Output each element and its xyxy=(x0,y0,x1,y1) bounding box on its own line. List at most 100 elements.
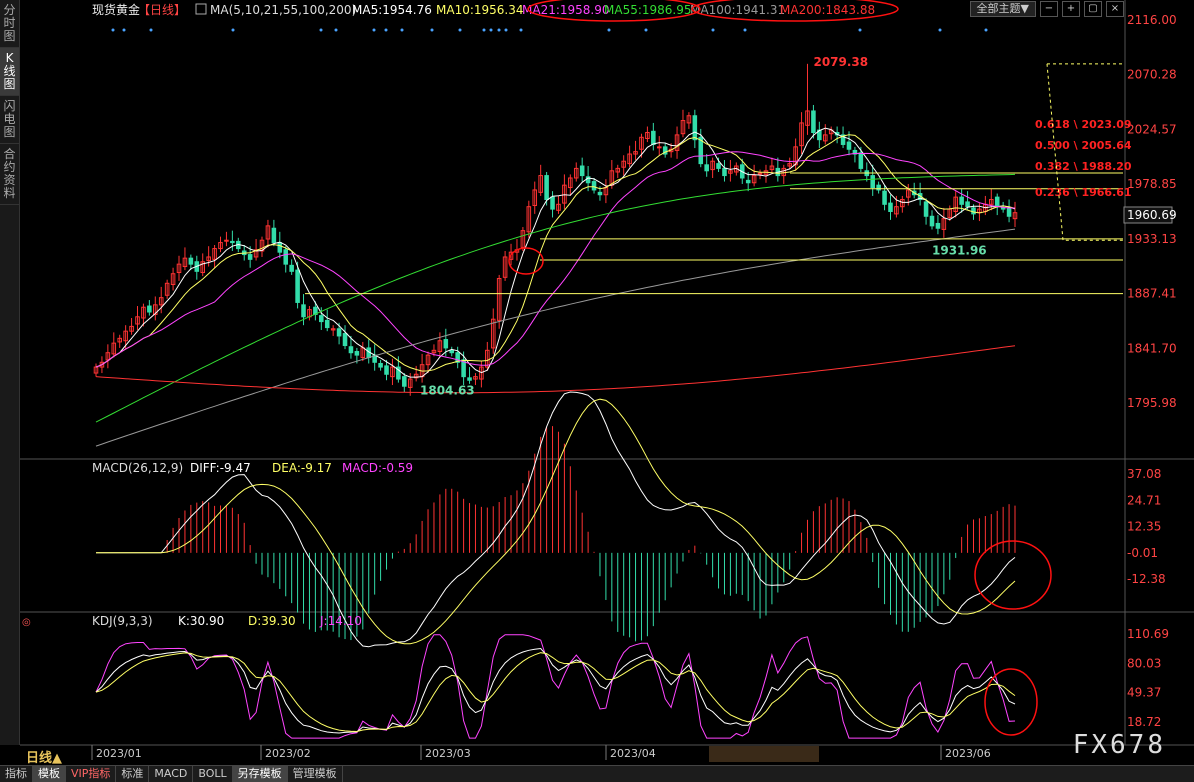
signal-dot xyxy=(607,28,611,32)
signal-dot xyxy=(334,28,338,32)
tab-vip-indicator[interactable]: VIP指标 xyxy=(66,766,117,782)
price-axis-tick: 1933.13 xyxy=(1127,232,1177,246)
tab-boll[interactable]: BOLL xyxy=(193,766,233,782)
macd-legend-item: DIFF:-9.47 xyxy=(190,461,251,475)
ma-legend-item: MA5:1954.76 xyxy=(352,3,432,17)
minus-icon[interactable]: − xyxy=(1040,1,1058,17)
candle-body xyxy=(147,305,152,313)
price-axis-tick: 1795.98 xyxy=(1127,396,1177,410)
candle-body xyxy=(858,152,864,169)
plus-icon[interactable]: + xyxy=(1062,1,1080,17)
low-annotation: 1931.96 xyxy=(932,243,987,257)
chart-canvas[interactable]: 1795.98 1841.70 1887.41 1933.13 1978.85 2024.… xyxy=(0,0,1194,781)
bottom-toolbar: 指标 模板 VIP指标 标准 MACD BOLL 另存模板 管理模板 xyxy=(0,765,1194,782)
candle-body xyxy=(846,141,852,150)
candle-body xyxy=(716,163,721,169)
candle-body xyxy=(230,240,235,244)
candle-body xyxy=(994,196,1000,208)
signal-dot xyxy=(384,28,388,32)
kdj-legend-item: K:30.90 xyxy=(178,614,224,628)
macd-axis-tick: 37.08 xyxy=(1127,467,1161,481)
kdj-axis-tick: 18.72 xyxy=(1127,715,1161,729)
candle-body xyxy=(597,191,603,196)
macd-axis-tick: 12.35 xyxy=(1127,520,1161,534)
candle-body xyxy=(1006,207,1012,217)
ma-legend-item: MA10:1956.34 xyxy=(436,3,524,17)
macd-legend-item: MACD(26,12,9) xyxy=(92,461,183,475)
signal-dot xyxy=(149,28,153,32)
signal-dot xyxy=(644,28,648,32)
tab-save-template[interactable]: 另存模板 xyxy=(232,766,288,782)
candle-body xyxy=(378,362,383,368)
kdj-axis-tick: 49.37 xyxy=(1127,686,1161,700)
candle-body xyxy=(550,196,555,210)
candle-body xyxy=(929,215,935,227)
candle-body xyxy=(301,304,306,318)
signal-dot xyxy=(497,28,501,32)
signal-dot xyxy=(519,28,523,32)
candle-body xyxy=(591,181,597,191)
current-price-label: 1960.69 xyxy=(1127,208,1177,222)
candle-body xyxy=(882,190,887,205)
price-axis-tick: 1978.85 xyxy=(1127,177,1177,191)
tab-standard[interactable]: 标准 xyxy=(116,766,150,782)
high-annotation: 2079.38 xyxy=(813,55,868,69)
candle-body xyxy=(402,376,407,387)
window-controls: 全部主题▼ − + ▢ × xyxy=(969,1,1124,17)
signal-dot xyxy=(984,28,988,32)
candle-body xyxy=(277,242,283,253)
tab-macd[interactable]: MACD xyxy=(149,766,194,782)
ma-legend-item: MA55:1986.95 xyxy=(604,3,692,17)
tab-manage-template[interactable]: 管理模板 xyxy=(288,766,343,782)
signal-dot xyxy=(231,28,235,32)
restore-icon[interactable]: ▢ xyxy=(1084,1,1102,17)
signal-dot xyxy=(504,28,508,32)
x-axis-label: 2023/04 xyxy=(610,747,656,760)
low-annotation: 1804.63 xyxy=(420,384,475,398)
signal-dot xyxy=(482,28,486,32)
candle-body xyxy=(342,333,348,347)
kdj-axis-tick: 110.69 xyxy=(1127,627,1169,641)
x-axis-label: 2023/01 xyxy=(96,747,142,760)
theme-dropdown[interactable]: 全部主题▼ xyxy=(969,1,1036,17)
sidebar-item-flash[interactable]: 闪电图 xyxy=(0,96,19,144)
candle-body xyxy=(971,207,976,215)
fib-level-label: 0.618 \ 2023.09 xyxy=(1035,118,1132,131)
watermark-logo: FX678 xyxy=(1072,730,1166,760)
macd-axis-tick: -12.38 xyxy=(1127,572,1166,586)
left-sidebar: 分时图 K线图 闪电图 合约资料 xyxy=(0,0,20,745)
candle-body xyxy=(651,130,656,145)
chart-title: 现货黄金 xyxy=(92,2,140,17)
ma-legend-item: MA(5,10,21,55,100,200) xyxy=(210,3,356,17)
kdj-legend-item: D:39.30 xyxy=(248,614,296,628)
period-button[interactable]: 日线▲ xyxy=(26,747,62,766)
sidebar-item-contract-info[interactable]: 合约资料 xyxy=(0,144,19,205)
price-axis-tick: 1887.41 xyxy=(1127,287,1177,301)
kdj-legend-item: KDJ(9,3,3) xyxy=(92,614,153,628)
sidebar-item-timeshare[interactable]: 分时图 xyxy=(0,0,19,48)
signal-dot xyxy=(743,28,747,32)
candle-body xyxy=(384,365,389,375)
close-icon[interactable]: × xyxy=(1106,1,1124,17)
candle-body xyxy=(722,167,727,177)
candle-body xyxy=(811,110,816,133)
ma-legend-item: MA200:1843.88 xyxy=(780,3,875,17)
candle-body xyxy=(923,201,929,217)
candle-body xyxy=(935,222,941,229)
candle-body xyxy=(1000,207,1006,210)
tab-indicator[interactable]: 指标 xyxy=(0,766,33,782)
candle-body xyxy=(579,165,585,177)
candle-body xyxy=(224,239,229,242)
candle-body xyxy=(354,351,360,356)
price-axis-tick: 2116.00 xyxy=(1127,13,1177,27)
candle-body xyxy=(467,377,472,381)
signal-dot xyxy=(319,28,323,32)
signal-dot xyxy=(122,28,126,32)
sidebar-item-kline[interactable]: K线图 xyxy=(0,48,19,96)
tab-template[interactable]: 模板 xyxy=(33,766,66,782)
candle-body xyxy=(443,339,449,349)
candle-body xyxy=(449,349,455,354)
candle-body xyxy=(959,196,964,205)
signal-dot xyxy=(938,28,942,32)
signal-dot xyxy=(111,28,115,32)
